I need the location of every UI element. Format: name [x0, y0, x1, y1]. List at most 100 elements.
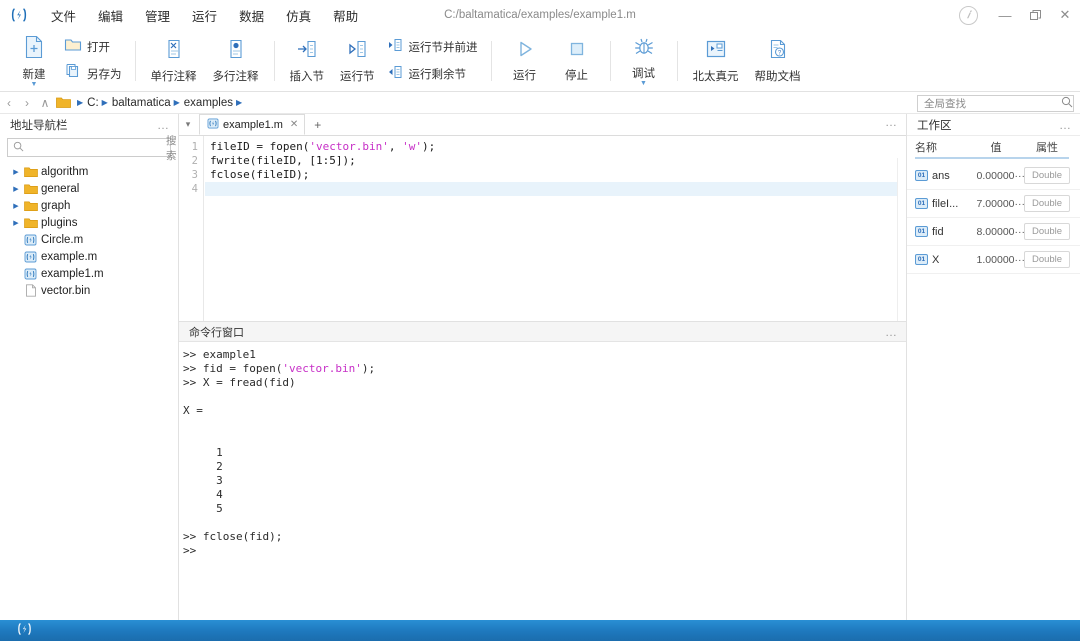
maximize-button[interactable] [1020, 0, 1050, 30]
editor-more-button[interactable]: … [885, 118, 898, 126]
global-search-icon[interactable] [1061, 95, 1073, 113]
code-line[interactable]: fwrite(fileID, [1:5]); [205, 154, 906, 168]
expand-chevron-icon[interactable]: ▶ [10, 185, 22, 193]
variable-attribute-cell: Double [1025, 251, 1069, 268]
menu-item-file[interactable]: 文件 [40, 1, 87, 30]
file-search-input[interactable] [27, 141, 166, 155]
type-badge: Double [1024, 223, 1070, 240]
nav-back-button[interactable]: ‹ [0, 96, 18, 110]
run-button[interactable]: 运行 [499, 33, 551, 89]
code-line-active[interactable] [205, 182, 906, 196]
workspace-more-button[interactable]: … [1059, 121, 1072, 129]
debug-button[interactable]: 调试 ▼ [618, 33, 670, 89]
workspace-row-ans[interactable]: 01 ans 0.00000··· Double [907, 162, 1080, 190]
app-logo-icon [6, 2, 32, 28]
tree-item-plugins[interactable]: ▶ plugins [4, 214, 178, 231]
generic-file-icon [22, 284, 39, 297]
breadcrumb-segment-baltamatica[interactable]: baltamatica [112, 97, 171, 109]
code-line[interactable]: fclose(fileID); [205, 168, 906, 182]
menu-item-run[interactable]: 运行 [181, 1, 228, 30]
ribbon-separator-2 [274, 41, 275, 81]
tab-list-chevron-icon[interactable]: ▾ [179, 119, 197, 130]
menu-item-data[interactable]: 数据 [228, 1, 275, 30]
comment-block-button[interactable]: 多行注释 [205, 33, 267, 89]
minimize-button[interactable]: — [990, 0, 1020, 30]
nav-forward-button[interactable]: › [18, 96, 36, 110]
output-line: 1 [183, 446, 906, 460]
run-section-advance-button[interactable]: 运行节并前进 [383, 34, 484, 61]
column-header-name[interactable]: 名称 [915, 139, 967, 159]
tree-item-label: algorithm [41, 166, 88, 178]
file-search-box[interactable]: 搜索 [7, 138, 171, 157]
workspace-panel: 工作区 … 名称 值 属性 01 ans 0.00000··· Double 0… [906, 114, 1080, 620]
editor-tab-bar: ▾ example1.m ✕ + … [179, 114, 906, 136]
breadcrumb-chevron-icon: ▶ [77, 98, 83, 107]
command-prompt-line[interactable]: >> [183, 544, 906, 558]
expand-chevron-icon[interactable]: ▶ [10, 168, 22, 176]
stop-button[interactable]: 停止 [551, 33, 603, 89]
help-doc-button[interactable]: ? 帮助文档 [747, 33, 809, 89]
nav-up-button[interactable]: ∧ [36, 96, 54, 110]
baltareal-button[interactable]: 北太真元 [685, 33, 747, 89]
breadcrumb-segment-examples[interactable]: examples [184, 97, 233, 109]
expand-chevron-icon[interactable]: ▶ [10, 219, 22, 227]
menu-item-help[interactable]: 帮助 [322, 1, 369, 30]
output-line: >> fid = fopen('vector.bin'); [183, 362, 906, 376]
expand-chevron-icon[interactable]: ▶ [10, 202, 22, 210]
workspace-row-fid[interactable]: 01 fid 8.00000··· Double [907, 218, 1080, 246]
menu-item-edit[interactable]: 编辑 [87, 1, 134, 30]
command-window-more-button[interactable]: … [885, 328, 898, 336]
new-dropdown-caret-icon[interactable]: ▼ [31, 83, 38, 87]
close-button[interactable]: ✕ [1050, 0, 1080, 30]
open-button[interactable]: 打开 [60, 34, 128, 60]
breadcrumb-folder-icon [56, 96, 71, 109]
debug-dropdown-caret-icon[interactable]: ▼ [640, 82, 647, 86]
debug-bug-icon [632, 36, 656, 63]
tree-item-algorithm[interactable]: ▶ algorithm [4, 163, 178, 180]
workspace-row-x[interactable]: 01 X 1.00000··· Double [907, 246, 1080, 274]
run-section-button[interactable]: 运行节 [332, 33, 383, 89]
workspace-row-fileid[interactable]: 01 fileI... 7.00000··· Double [907, 190, 1080, 218]
tree-item-label: plugins [41, 217, 77, 229]
save-as-button-label: 另存为 [87, 66, 122, 82]
tree-item-circle-m[interactable]: Circle.m [4, 231, 178, 248]
column-header-attribute[interactable]: 属性 [1025, 139, 1069, 159]
run-play-icon [514, 38, 536, 65]
editor-tab-example1-m[interactable]: example1.m ✕ [199, 114, 305, 135]
tree-item-example-m[interactable]: example.m [4, 248, 178, 265]
new-tab-button[interactable]: + [308, 115, 327, 134]
menu-item-manage[interactable]: 管理 [134, 1, 181, 30]
line-number: 4 [179, 182, 203, 196]
variable-attribute-cell: Double [1025, 167, 1069, 184]
comment-line-button[interactable]: 单行注释 [143, 33, 205, 89]
save-as-button[interactable]: 另存为 [60, 60, 128, 87]
global-search-input[interactable] [922, 97, 1061, 111]
new-button[interactable]: 新建 ▼ [8, 33, 60, 89]
tree-item-vector-bin[interactable]: vector.bin [4, 282, 178, 299]
command-window-output[interactable]: >> example1 >> fid = fopen('vector.bin')… [179, 342, 906, 558]
code-area[interactable]: 1 2 3 4 fileID = fopen('vector.bin', 'w'… [179, 136, 906, 321]
workspace-header: 工作区 … [907, 114, 1080, 136]
editor-vertical-scrollbar[interactable] [897, 158, 906, 321]
code-lines[interactable]: fileID = fopen('vector.bin', 'w'); fwrit… [205, 136, 906, 321]
line-number: 3 [179, 168, 203, 182]
global-search-box[interactable] [917, 95, 1074, 112]
tree-item-label: vector.bin [41, 285, 90, 297]
variable-attribute-cell: Double [1025, 195, 1069, 212]
insert-section-button[interactable]: 插入节 [282, 33, 333, 89]
type-badge: Double [1024, 251, 1070, 268]
close-icon[interactable]: ✕ [290, 119, 298, 130]
stop-button-label: 停止 [565, 67, 588, 83]
breadcrumb-segment-drive[interactable]: C: [87, 97, 99, 109]
tree-item-graph[interactable]: ▶ graph [4, 197, 178, 214]
tree-item-general[interactable]: ▶ general [4, 180, 178, 197]
run-section-advance-label: 运行节并前进 [409, 39, 478, 55]
code-line[interactable]: fileID = fopen('vector.bin', 'w'); [205, 140, 906, 154]
menu-item-simulate[interactable]: 仿真 [275, 1, 322, 30]
file-search-button[interactable]: 搜索 [166, 133, 177, 163]
file-navigator-more-button[interactable]: … [157, 121, 170, 129]
ribbon-group-extras: 北太真元 ? 帮助文档 [685, 32, 809, 90]
run-remaining-button[interactable]: 运行剩余节 [383, 61, 484, 88]
tree-item-example1-m[interactable]: example1.m [4, 265, 178, 282]
column-header-value[interactable]: 值 [967, 139, 1025, 159]
